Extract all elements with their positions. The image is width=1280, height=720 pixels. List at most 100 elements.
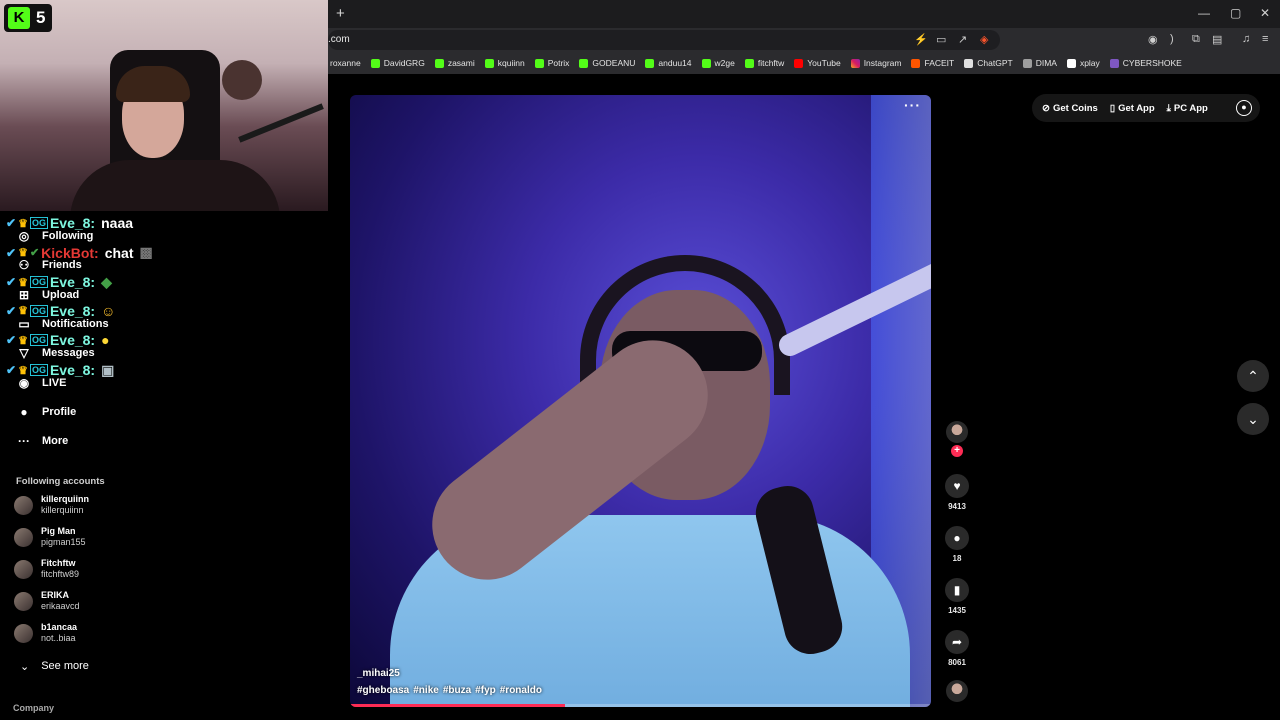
bookmark-zasami[interactable]: zasami [434,58,475,68]
comment-icon[interactable]: ● [945,526,969,550]
account-name: ERIKA [41,590,70,600]
like-count: 9413 [948,502,966,511]
video-player[interactable]: ··· _mihai25 #gheboasa #nike #buza #fyp #ron… [350,95,931,707]
creator-avatar[interactable] [946,421,968,443]
following-account-item[interactable]: b1ancaa not..biaa [14,622,77,644]
bookmarks-bar: roxanne DavidGRG zasami kquiinn Potrix GODEAN… [328,52,1280,74]
crown-badge-icon: ♛ [18,305,28,318]
nav-profile[interactable]: ● Profile [16,405,76,419]
chat-username[interactable]: Eve_8: [50,332,95,348]
hashtag-link[interactable]: #buza [443,685,471,696]
bookmark-cybershoke[interactable]: CYBERSHOKE [1109,58,1182,68]
get-app-button[interactable]: ▯ Get App [1110,103,1155,114]
nav-following[interactable]: ◎ Following [16,229,94,243]
verified-badge-icon: ✔ [6,363,17,377]
like-action[interactable]: ♥ 9413 [945,474,969,511]
extension-icon[interactable]: ◉ [1148,33,1158,46]
verified-badge-icon: ✔ [6,216,17,230]
chat-message: ✔ ♛ OG Eve_8: ◆ [6,274,112,291]
following-account-item[interactable]: Pig Man pigman155 [14,526,86,548]
pickle-emote-icon: ◆ [101,273,112,290]
see-more-button[interactable]: ⌄ See more [20,660,89,673]
bookmark-potrix[interactable]: Potrix [534,58,569,68]
footer-company[interactable]: Company [13,703,54,713]
save-action[interactable]: ▮ 1435 [945,578,969,615]
kick-icon [701,58,711,68]
pc-app-button[interactable]: ⤓ PC App [1167,103,1208,114]
share-arrow-icon[interactable]: ➦ [945,630,969,654]
bookmark-youtube[interactable]: YouTube [794,58,841,68]
instagram-icon [850,58,860,68]
hashtag-link[interactable]: #nike [413,685,439,696]
bookmark-godeanu[interactable]: GODEANU [579,58,635,68]
bookmark-davidgrg[interactable]: DavidGRG [370,58,425,68]
chat-username[interactable]: Eve_8: [50,362,95,378]
menu-icon[interactable]: ≡ [1262,33,1268,45]
user-profile-icon[interactable]: ● [1236,100,1252,116]
maximize-button[interactable]: ▢ [1230,6,1241,20]
following-account-item[interactable]: Fitchftw fitchftw89 [14,558,79,580]
account-handle: killerquiinn [41,505,84,515]
bookmark-kquiinn[interactable]: kquiinn [484,58,525,68]
bookmark-anduu14[interactable]: anduu14 [645,58,692,68]
close-window-button[interactable]: ✕ [1260,6,1270,20]
profile-icon: ● [20,405,28,419]
minimize-button[interactable]: — [1198,6,1210,20]
bookmark-faceit[interactable]: FACEIT [911,58,954,68]
get-coins-button[interactable]: ⊘ Get Coins [1042,103,1098,114]
translate-icon[interactable]: ⚡ [914,33,928,46]
music-disc-avatar[interactable] [946,680,968,702]
puzzle-icon[interactable]: ⧉ [1192,33,1200,46]
bookmark-instagram[interactable]: Instagram [850,58,901,68]
chat-username[interactable]: Eve_8: [50,215,95,231]
wallet-icon[interactable]: ) [1170,33,1174,45]
sidebar-icon[interactable]: ▤ [1212,33,1222,46]
video-progress-bar[interactable] [350,704,931,707]
following-account-item[interactable]: ERIKA erikaavcd [14,590,80,612]
url-text[interactable]: .com [328,34,350,45]
streamer-hair [116,66,190,102]
chatgpt-icon [964,58,974,68]
omnibox[interactable] [328,30,1000,50]
nav-notifications[interactable]: ▭ Notifications [16,317,108,331]
heart-icon[interactable]: ♥ [945,474,969,498]
video-author[interactable]: _mihai25 [357,668,400,679]
hashtag-link[interactable]: #fyp [475,685,496,696]
follow-plus-icon[interactable]: + [951,445,963,457]
cybershoke-icon [1109,58,1119,68]
kick-logo-icon: K [8,7,30,29]
following-icon: ◎ [18,229,30,243]
bookmark-dima[interactable]: DIMA [1022,58,1057,68]
following-account-item[interactable]: killerquiinn killerquiinn [14,494,89,516]
previous-video-button[interactable]: ⌃ [1237,360,1269,392]
media-icon[interactable]: ♫ [1242,33,1250,45]
hashtag-link[interactable]: #gheboasa [357,685,409,696]
comment-action[interactable]: ● 18 [945,526,969,563]
crown-badge-icon: ♛ [18,334,28,347]
og-badge-icon: OG [29,364,48,376]
hashtag-link[interactable]: #ronaldo [500,685,542,696]
chat-username[interactable]: KickBot: [41,245,99,261]
share-icon[interactable]: ↗ [958,33,967,46]
chat-username[interactable]: Eve_8: [50,274,95,290]
chat-message: ✔ ♛ OG Eve_8: ☺ [6,303,115,319]
new-tab-button[interactable]: + [336,5,345,22]
next-video-button[interactable]: ⌄ [1237,403,1269,435]
cast-icon[interactable]: ▭ [936,33,946,46]
chat-message: ✔ ♛ ✔ KickBot: chat ▩ [6,244,153,261]
nav-more[interactable]: ··· More [16,434,68,448]
video-more-options-button[interactable]: ··· [904,97,921,113]
bookmark-roxanne[interactable]: roxanne [330,58,361,68]
bookmark-w2ge[interactable]: w2ge [701,58,735,68]
crown-badge-icon: ♛ [18,217,28,230]
chat-username[interactable]: Eve_8: [50,303,95,319]
bookmark-fitchftw[interactable]: fitchftw [744,58,784,68]
bookmark-xplay[interactable]: xplay [1066,58,1100,68]
bookmark-icon[interactable]: ▮ [945,578,969,602]
brave-shield-icon[interactable]: ◈ [980,33,988,46]
share-action[interactable]: ➦ 8061 [945,630,969,667]
bookmark-chatgpt[interactable]: ChatGPT [964,58,1013,68]
faceit-icon [911,58,921,68]
cat-emote-icon: ▣ [101,361,115,378]
verified-badge-icon: ✔ [6,333,17,348]
